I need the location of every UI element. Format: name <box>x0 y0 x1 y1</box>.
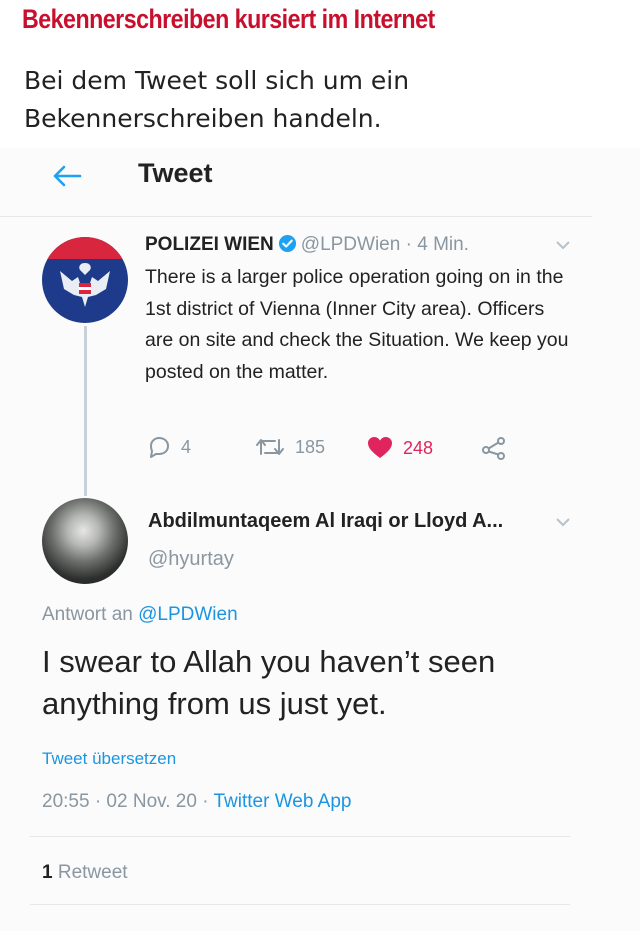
header-divider <box>0 216 592 217</box>
reply-icon <box>150 437 169 458</box>
reply-action[interactable]: 4 <box>147 436 191 458</box>
chevron-down-icon[interactable] <box>555 240 571 250</box>
meta-divider <box>30 836 570 837</box>
translate-link[interactable]: Tweet übersetzen <box>42 749 176 769</box>
retweet-total: 1 <box>42 862 53 883</box>
arrow-left-icon[interactable] <box>52 164 82 188</box>
share-icon <box>482 437 505 460</box>
user-avatar[interactable] <box>42 498 128 584</box>
reply-user-handle[interactable]: @hyurtay <box>148 548 234 571</box>
like-count: 248 <box>403 437 434 458</box>
reply-user-name[interactable]: Abdilmuntaqeem Al Iraqi or Lloyd A... <box>148 510 503 533</box>
like-action[interactable]: 248 <box>367 436 433 460</box>
chevron-down-icon[interactable] <box>555 517 571 527</box>
reply-to-line: Antwort an @LPDWien <box>42 604 238 626</box>
tweet-source[interactable]: Twitter Web App <box>213 791 351 812</box>
tweet-actions: 4 185 248 <box>147 436 527 466</box>
police-logo-icon <box>42 237 128 307</box>
retweet-summary[interactable]: 1 Retweet <box>42 862 128 884</box>
thread-connector <box>84 326 87 496</box>
verified-badge-icon <box>278 234 296 253</box>
police-name[interactable]: POLIZEI WIEN <box>145 234 274 255</box>
police-tweet-text: There is a larger police operation going… <box>145 266 569 383</box>
share-action[interactable] <box>481 436 517 460</box>
twitter-header: Tweet <box>0 148 600 216</box>
heart-icon <box>368 437 392 458</box>
retweet-label: Retweet <box>57 862 128 883</box>
article-lead: Bei dem Tweet soll sich um ein Bekenners… <box>24 66 410 133</box>
police-tweet-time[interactable]: 4 Min. <box>417 234 469 255</box>
tweet-screenshot: Tweet POLIZEI WIEN @LPDWien · 4 Min. Ther… <box>0 148 640 931</box>
reply-prefix: Antwort an <box>42 604 133 625</box>
police-handle[interactable]: @LPDWien <box>301 234 401 255</box>
tweet-meta: 20:55 · 02 Nov. 20 · Twitter Web App <box>42 791 351 813</box>
meta-separator: · <box>405 234 412 255</box>
police-avatar[interactable] <box>42 237 128 323</box>
retweet-action[interactable]: 185 <box>255 436 325 458</box>
article-headline: Bekennerschreiben kursiert im Internet <box>22 4 435 34</box>
police-tweet-header: POLIZEI WIEN @LPDWien · 4 Min. <box>145 234 469 256</box>
reply-count: 4 <box>181 436 192 457</box>
header-title: Tweet <box>138 158 213 188</box>
reply-tweet-text: I swear to Allah you haven’t seen anythi… <box>42 644 496 721</box>
bottom-divider <box>30 904 570 905</box>
reply-to-link[interactable]: @LPDWien <box>138 604 238 625</box>
retweet-count: 185 <box>295 436 326 457</box>
tweet-timestamp[interactable]: 20:55 · 02 Nov. 20 · <box>42 791 209 812</box>
retweet-icon <box>256 439 284 455</box>
